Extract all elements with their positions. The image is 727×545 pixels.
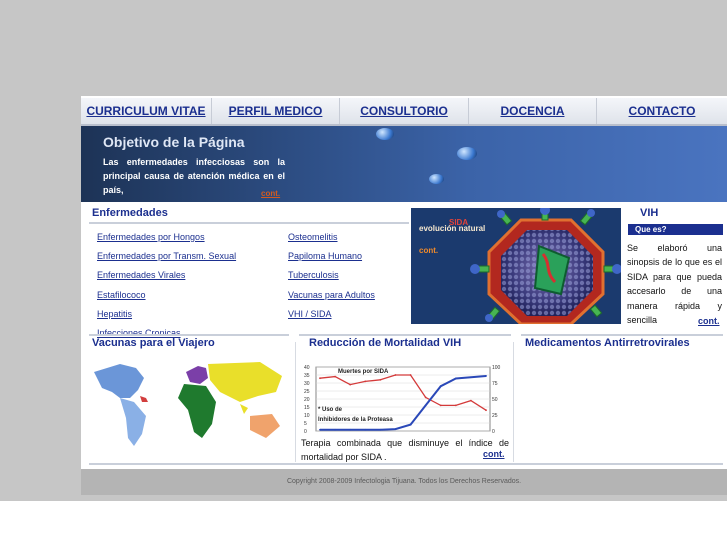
link-papiloma[interactable]: Papiloma Humano bbox=[288, 251, 362, 261]
link-hepatitis[interactable]: Hepatitis bbox=[97, 309, 132, 319]
top-nav: CURRICULUM VITAE PERFIL MEDICO CONSULTOR… bbox=[81, 96, 727, 126]
chart-point-s0-7 bbox=[424, 396, 427, 399]
world-map-svg bbox=[94, 362, 282, 446]
chart-point-s1-5 bbox=[394, 428, 397, 430]
main-page: CURRICULUM VITAE PERFIL MEDICO CONSULTOR… bbox=[81, 96, 727, 495]
chart-left-tick-0: 0 bbox=[304, 429, 307, 433]
chart-point-s0-2 bbox=[349, 383, 352, 386]
chart-annot-bottom-1: * Uso de bbox=[318, 407, 343, 413]
world-map[interactable] bbox=[90, 358, 290, 450]
column-divider-2 bbox=[513, 342, 514, 462]
chart-point-s1-1 bbox=[334, 428, 336, 431]
chart-left-tick-2: 10 bbox=[304, 413, 310, 419]
banner-cell-1 bbox=[376, 128, 394, 140]
chart-point-s1-0 bbox=[319, 428, 321, 431]
virus-overlay-text: SIDA bbox=[449, 218, 469, 227]
chart-point-s1-4 bbox=[379, 428, 382, 431]
chart-right-tick-0: 0 bbox=[492, 429, 495, 433]
chart-point-s1-10 bbox=[470, 376, 472, 379]
banner-cont-link[interactable]: cont. bbox=[261, 189, 280, 198]
chart-point-s0-5 bbox=[394, 374, 397, 376]
link-vih-sida[interactable]: VHI / SIDA bbox=[288, 309, 332, 319]
nav-consultorio[interactable]: CONSULTORIO bbox=[340, 98, 469, 124]
mortalidad-divider bbox=[299, 334, 511, 336]
banner-cell-3 bbox=[429, 174, 444, 184]
medicamentos-heading: Medicamentos Antirretrovirales bbox=[525, 337, 690, 349]
chart-point-s0-9 bbox=[454, 404, 457, 407]
chart-point-s0-6 bbox=[409, 374, 412, 376]
footer-divider bbox=[89, 463, 723, 465]
chart-point-s0-10 bbox=[470, 399, 472, 402]
mortality-chart: 0 5 10 15 20 25 30 35 40 0 25 50 75 100 Muertes por … bbox=[302, 365, 506, 435]
mortalidad-caption: Terapia combinada que disminuye el índic… bbox=[301, 438, 509, 462]
chart-point-s0-3 bbox=[364, 380, 367, 383]
nav-contacto[interactable]: CONTACTO bbox=[597, 98, 727, 124]
enfermedades-divider bbox=[89, 222, 409, 224]
chart-point-s0-4 bbox=[379, 378, 382, 381]
vacunas-heading: Vacunas para el Viajero bbox=[92, 337, 215, 349]
virus-image[interactable]: evolución natural SIDA cont. bbox=[411, 208, 621, 324]
chart-left-tick-7: 35 bbox=[304, 373, 310, 379]
chart-point-s1-7 bbox=[424, 404, 427, 407]
link-hongos[interactable]: Enfermedades por Hongos bbox=[97, 232, 205, 242]
enfermedades-heading: Enfermedades bbox=[92, 207, 168, 219]
vih-text: Se elaboró una sinopsis de lo que es el … bbox=[627, 243, 722, 326]
chart-point-s1-2 bbox=[349, 428, 352, 431]
link-virales[interactable]: Enfermedades Virales bbox=[97, 270, 185, 280]
mortality-chart-svg: 0 5 10 15 20 25 30 35 40 0 25 50 75 100 Muertes por … bbox=[304, 365, 501, 435]
nav-perfil-medico[interactable]: PERFIL MEDICO bbox=[212, 98, 340, 124]
chart-right-tick-1: 25 bbox=[492, 413, 498, 419]
chart-point-s1-8 bbox=[439, 385, 442, 388]
mortalidad-cont-link[interactable]: cont. bbox=[483, 449, 505, 459]
chart-left-tick-6: 30 bbox=[304, 381, 310, 387]
chart-point-s0-11 bbox=[485, 409, 487, 412]
vacunas-divider bbox=[89, 334, 289, 336]
chart-point-s0-0 bbox=[319, 377, 321, 380]
chart-point-s1-6 bbox=[409, 423, 412, 426]
chart-left-tick-4: 20 bbox=[304, 397, 310, 403]
link-vacunas-adultos[interactable]: Vacunas para Adultos bbox=[288, 290, 375, 300]
banner-cell-2 bbox=[457, 147, 477, 160]
link-estafilococo[interactable]: Estafilococo bbox=[97, 290, 146, 300]
link-transm-sexual[interactable]: Enfermedades por Transm. Sexual bbox=[97, 251, 236, 261]
chart-left-tick-8: 40 bbox=[304, 365, 310, 371]
chart-left-tick-3: 15 bbox=[304, 405, 310, 411]
chart-right-tick-4: 100 bbox=[492, 365, 501, 371]
vih-subheader: Que es? bbox=[635, 225, 667, 234]
banner-text: Las enfermedades infecciosas son la prin… bbox=[103, 157, 285, 195]
chart-point-s1-11 bbox=[485, 375, 487, 377]
chart-point-s1-9 bbox=[454, 377, 457, 380]
chart-point-s0-1 bbox=[334, 375, 336, 378]
vih-heading: VIH bbox=[640, 207, 659, 219]
vih-cont-link[interactable]: cont. bbox=[698, 316, 720, 326]
chart-right-tick-2: 50 bbox=[492, 397, 498, 403]
mortalidad-heading: Reducción de Mortalidad VIH bbox=[309, 337, 462, 349]
nav-curriculum-vitae[interactable]: CURRICULUM VITAE bbox=[81, 98, 212, 124]
virus-cont-link[interactable]: cont. bbox=[419, 246, 438, 255]
chart-left-tick-1: 5 bbox=[304, 421, 307, 427]
medicamentos-divider bbox=[521, 334, 723, 336]
nav-docencia[interactable]: DOCENCIA bbox=[469, 98, 597, 124]
footer: Copyright 2008-2009 Infectologia Tijuana… bbox=[81, 469, 727, 495]
column-divider-1 bbox=[295, 342, 296, 462]
link-tuberculosis[interactable]: Tuberculosis bbox=[288, 270, 339, 280]
chart-annot-top: Muertes por SIDA bbox=[338, 369, 389, 375]
chart-left-tick-5: 25 bbox=[304, 389, 310, 395]
chart-annot-bottom-2: Inhibidores de la Proteasa bbox=[318, 417, 393, 423]
banner-title: Objetivo de la Página bbox=[103, 134, 245, 150]
hero-banner: Objetivo de la Página Las enfermedades i… bbox=[81, 126, 727, 202]
chart-right-tick-3: 75 bbox=[492, 381, 498, 387]
link-osteomelitis[interactable]: Osteomelitis bbox=[288, 232, 338, 242]
chart-point-s0-8 bbox=[439, 404, 442, 407]
chart-point-s1-3 bbox=[364, 428, 367, 431]
